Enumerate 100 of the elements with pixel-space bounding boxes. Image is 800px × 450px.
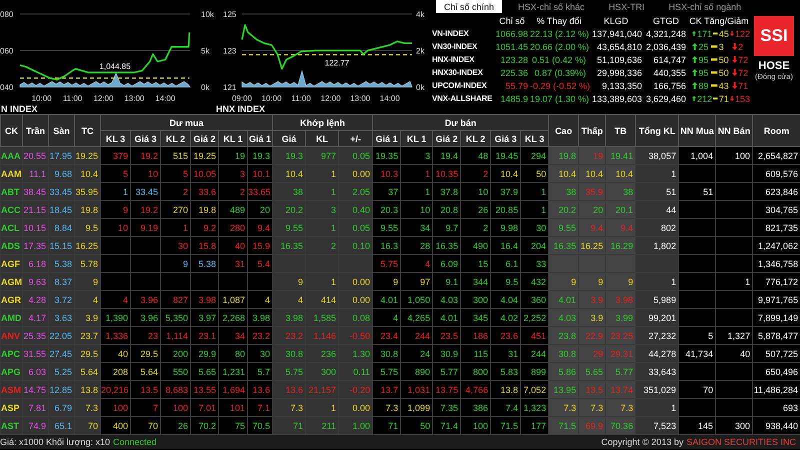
advancers-count: 95: [698, 68, 710, 78]
table-cell: 19: [218, 146, 248, 164]
table-cell: 0.00: [338, 290, 373, 308]
unchanged-count: 50: [718, 68, 730, 78]
index-name[interactable]: VNX-ALLSHARE: [430, 94, 494, 103]
table-cell: 20.3: [372, 200, 401, 218]
column-header: Tổng KL: [636, 114, 679, 146]
table-cell: 33: [520, 254, 549, 272]
index-value: 1051.45: [494, 42, 529, 52]
table-cell: 9.68: [48, 164, 74, 182]
table-cell: 9.2: [190, 218, 218, 236]
table-cell: 15.9: [248, 236, 273, 254]
stock-symbol[interactable]: AMD: [0, 308, 22, 326]
table-cell: 19: [578, 146, 606, 164]
table-cell: 70.5: [248, 416, 273, 434]
table-cell: 1: [306, 398, 339, 416]
unchanged-count: 3: [718, 42, 725, 52]
table-cell: 1,802: [636, 236, 679, 254]
table-cell: 4: [100, 290, 130, 308]
table-cell: 9.19: [130, 218, 160, 236]
table-cell: 2: [460, 164, 491, 182]
decliners-count: 72: [738, 54, 750, 64]
table-cell: 890: [400, 362, 433, 380]
stock-symbol[interactable]: AAA: [0, 146, 22, 164]
table-cell: 1: [160, 218, 190, 236]
stock-symbol[interactable]: ABT: [0, 182, 22, 200]
table-cell: 5.77: [606, 362, 636, 380]
table-cell: 44,278: [636, 344, 679, 362]
table-cell: 3.98: [190, 290, 218, 308]
table-cell: 7.01: [190, 398, 218, 416]
stock-symbol[interactable]: ACC: [0, 200, 22, 218]
column-header: Giá 1: [372, 130, 401, 146]
index-name[interactable]: UPCOM-INDEX: [430, 81, 494, 90]
value-traded: 440,355: [652, 68, 687, 78]
index-name[interactable]: HNX-INDEX: [430, 55, 494, 64]
table-cell: 4,265: [400, 308, 433, 326]
index-name[interactable]: VN30-INDEX: [430, 42, 494, 51]
stock-symbol[interactable]: APG: [0, 362, 22, 380]
table-cell: 1: [306, 272, 339, 290]
volume-value: 137,941,040: [590, 28, 643, 38]
table-cell: 5.7: [248, 362, 273, 380]
column-header: KL 2: [160, 130, 190, 146]
value-traded: 4,321,248: [644, 28, 687, 38]
volume-tick-label: 4k: [416, 10, 424, 19]
decliners-count: 122: [734, 28, 750, 38]
table-cell: 10: [400, 200, 433, 218]
table-cell: 10.4: [548, 164, 579, 182]
decliners-count: 72: [738, 68, 750, 78]
table-cell: 5,350: [160, 308, 190, 326]
advancers-count: 89: [698, 80, 710, 90]
table-cell: 18.45: [48, 200, 74, 218]
table-cell: 10.1: [248, 164, 273, 182]
table-cell: 9.5: [74, 218, 100, 236]
table-cell: 16.29: [606, 236, 636, 254]
stock-symbol[interactable]: ADS: [0, 236, 22, 254]
table-cell: 16.25: [74, 236, 100, 254]
table-cell: 1: [520, 182, 549, 200]
stock-symbol[interactable]: AGF: [0, 254, 22, 272]
stock-symbol[interactable]: APC: [0, 344, 22, 362]
volume-tick-label: 5k: [201, 46, 210, 56]
table-cell: 30: [248, 344, 273, 362]
table-cell: 9: [272, 272, 306, 290]
stock-symbol[interactable]: AST: [0, 416, 22, 434]
stock-symbol[interactable]: AGM: [0, 272, 22, 290]
index-tab[interactable]: Chỉ số chính: [436, 0, 502, 13]
table-cell: 10: [130, 164, 160, 182]
index-name[interactable]: HNX30-INDEX: [430, 68, 494, 77]
stock-symbol[interactable]: AGR: [0, 290, 22, 308]
table-cell: 4.02: [490, 308, 521, 326]
table-cell: 7.3: [548, 398, 579, 416]
stock-symbol[interactable]: ASP: [0, 398, 22, 416]
table-cell: 2,268: [218, 308, 248, 326]
logo: SSI: [754, 16, 794, 56]
table-cell: 15: [460, 254, 491, 272]
column-header: KL 2: [460, 130, 491, 146]
table-cell: 3.98: [606, 290, 636, 308]
table-cell: 1,087: [218, 290, 248, 308]
table-cell: 23.1: [190, 326, 218, 344]
table-cell: 99,201: [636, 308, 679, 326]
volume-tick-label: 0k: [201, 83, 210, 92]
advancers-count: 95: [698, 54, 710, 64]
index-name[interactable]: VN-INDEX: [430, 29, 494, 38]
table-cell: 5.86: [548, 362, 579, 380]
table-cell: 9.1: [432, 272, 461, 290]
table-cell: 1: [100, 182, 130, 200]
table-cell: 33.45: [130, 182, 160, 200]
table-cell: 800: [460, 362, 491, 380]
table-cell: 30.9: [432, 344, 461, 362]
stock-symbol[interactable]: ACL: [0, 218, 22, 236]
table-cell: 5.83: [490, 362, 521, 380]
table-cell: 41,734: [678, 344, 716, 362]
table-cell: 5.77: [432, 362, 461, 380]
advancers-count: 25: [698, 42, 710, 52]
stock-symbol[interactable]: AAM: [0, 164, 22, 182]
table-cell: 3.98: [272, 308, 306, 326]
x-tick-label: 14:00: [380, 94, 400, 103]
units-note: Giá: x1000 Khối lượng: x10: [0, 437, 110, 447]
table-cell: 938,440: [752, 416, 800, 434]
table-cell: 204: [520, 236, 549, 254]
table-cell: 2: [160, 182, 190, 200]
